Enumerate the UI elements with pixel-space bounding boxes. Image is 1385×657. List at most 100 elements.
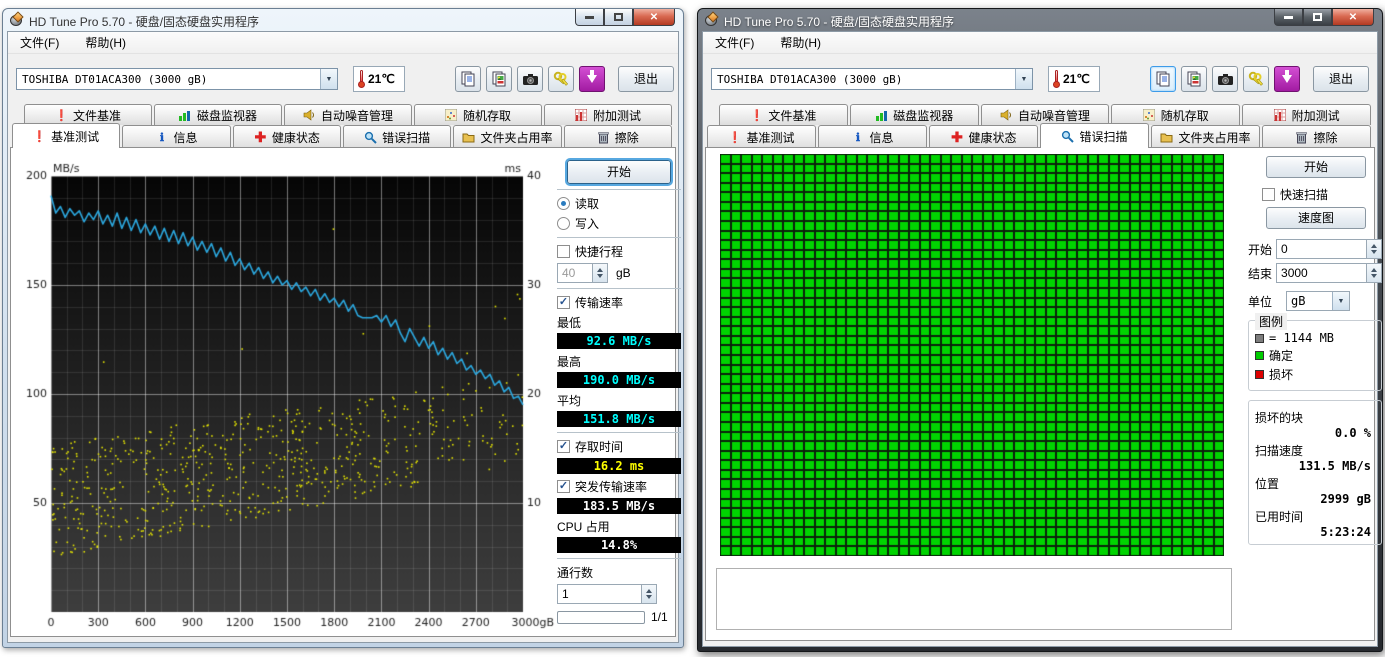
chevron-down-icon[interactable]: ▼ — [320, 69, 337, 89]
tab-disk-monitor[interactable]: 磁盘监视器 — [850, 104, 979, 125]
tab-erase[interactable]: 擦除 — [564, 125, 672, 148]
copy-text-button[interactable] — [1150, 66, 1176, 92]
options-button[interactable] — [548, 66, 574, 92]
temperature-display[interactable]: 21℃ — [1048, 66, 1100, 92]
file-benchmark-icon: ❗ — [55, 109, 68, 122]
tab-error-scan[interactable]: 错误扫描 — [1040, 123, 1149, 148]
maximize-icon[interactable] — [604, 9, 633, 26]
tab-benchmark[interactable]: ❗基准测试 — [12, 123, 120, 148]
info-icon: ℹ — [155, 131, 168, 144]
legend-ok-swatch — [1255, 351, 1264, 360]
screenshot-button[interactable] — [517, 66, 543, 92]
scan-start-spinner[interactable] — [1366, 240, 1381, 258]
write-radio[interactable] — [557, 217, 570, 230]
read-radio[interactable] — [557, 197, 570, 210]
options-button[interactable] — [1243, 66, 1269, 92]
app-icon — [10, 13, 24, 27]
copy-image-button[interactable] — [1181, 66, 1207, 92]
tab-info[interactable]: ℹ信息 — [818, 125, 927, 148]
position-label: 位置 — [1255, 475, 1375, 492]
exit-button[interactable]: 退出 — [1313, 66, 1369, 92]
scan-stats-group: 损坏的块 0.0 % 扫描速度 131.5 MB/s 位置 2999 gB 已用… — [1248, 400, 1382, 545]
tab-health[interactable]: ✚健康状态 — [929, 125, 1038, 148]
passes-label: 通行数 — [557, 564, 681, 581]
chevron-down-icon[interactable]: ▼ — [1015, 69, 1032, 89]
max-label: 最高 — [557, 353, 681, 370]
start-button[interactable]: 开始 — [1266, 156, 1366, 178]
legend-damaged-label: 损坏 — [1269, 366, 1293, 383]
tab-folder-usage[interactable]: 文件夹占用率 — [1151, 125, 1260, 148]
copy-text-button[interactable] — [455, 66, 481, 92]
scan-end-spinner[interactable] — [1366, 264, 1381, 282]
scan-start-input[interactable]: 0 — [1276, 239, 1382, 259]
close-icon[interactable]: ✕ — [1332, 9, 1374, 26]
tab-health[interactable]: ✚健康状态 — [233, 125, 341, 148]
short-stroke-checkbox[interactable] — [557, 245, 570, 258]
quick-scan-checkbox[interactable] — [1262, 188, 1275, 201]
copy-text-icon — [1155, 71, 1171, 87]
exit-button[interactable]: 退出 — [618, 66, 674, 92]
tab-random-access[interactable]: 随机存取 — [414, 104, 542, 125]
tab-folder-usage[interactable]: 文件夹占用率 — [453, 125, 561, 148]
drive-select[interactable]: TOSHIBA DT01ACA300 (3000 gB) ▼ — [16, 68, 338, 90]
speaker-icon — [303, 109, 316, 122]
min-label: 最低 — [557, 314, 681, 331]
update-button[interactable] — [579, 66, 605, 92]
random-access-icon — [1143, 109, 1156, 122]
minimize-icon[interactable] — [1274, 9, 1303, 26]
tab-info[interactable]: ℹ信息 — [122, 125, 230, 148]
temperature-display[interactable]: 21℃ — [353, 66, 405, 92]
copy-image-button[interactable] — [486, 66, 512, 92]
extra-tests-icon — [1274, 109, 1287, 122]
elapsed-label: 已用时间 — [1255, 508, 1375, 525]
tab-extra-tests[interactable]: 附加测试 — [544, 104, 672, 125]
tab-extra-tests[interactable]: 附加测试 — [1242, 104, 1371, 125]
drive-select[interactable]: TOSHIBA DT01ACA300 (3000 gB) ▼ — [711, 68, 1033, 90]
titlebar[interactable]: HD Tune Pro 5.70 - 硬盘/固态硬盘实用程序 ✕ — [3, 9, 683, 31]
legend-block-size: = 1144 MB — [1269, 331, 1334, 345]
unit-select[interactable]: gB▼ — [1286, 291, 1350, 311]
titlebar[interactable]: HD Tune Pro 5.70 - 硬盘/固态硬盘实用程序 ✕ — [698, 9, 1382, 31]
close-icon[interactable]: ✕ — [633, 9, 675, 26]
tab-disk-monitor[interactable]: 磁盘监视器 — [154, 104, 282, 125]
tab-noise-management[interactable]: 自动噪音管理 — [284, 104, 412, 125]
short-stroke-spinner[interactable] — [592, 264, 607, 282]
tab-noise-management[interactable]: 自动噪音管理 — [981, 104, 1110, 125]
legend-ok-label: 确定 — [1269, 347, 1293, 364]
menu-file[interactable]: 文件(F) — [711, 32, 758, 53]
passes-spinner[interactable] — [641, 585, 656, 603]
chevron-down-icon[interactable]: ▼ — [1332, 292, 1349, 310]
tab-file-benchmark[interactable]: ❗文件基准 — [24, 104, 152, 125]
access-time-checkbox[interactable]: ✓ — [557, 440, 570, 453]
screenshot-button[interactable] — [1212, 66, 1238, 92]
unit-label: 单位 — [1248, 293, 1272, 310]
error-list[interactable] — [716, 568, 1232, 630]
minimize-icon[interactable] — [575, 9, 604, 26]
menu-help[interactable]: 帮助(H) — [81, 32, 130, 53]
update-button[interactable] — [1274, 66, 1300, 92]
error-scan-page: 开始 快速扫描 速度图 开始 0 结束 3000 单位 gB▼ 图例 = 114… — [705, 147, 1375, 641]
thermometer-icon — [358, 70, 365, 88]
error-scan-grid — [720, 154, 1224, 556]
benchmark-icon: ❗ — [33, 130, 46, 143]
tab-error-scan[interactable]: 错误扫描 — [343, 125, 451, 148]
maximize-icon[interactable] — [1303, 9, 1332, 26]
speed-map-button[interactable]: 速度图 — [1266, 207, 1366, 229]
tabstrip: ❗文件基准 磁盘监视器 自动噪音管理 随机存取 附加测试 ❗基准测试 ℹ信息 ✚… — [10, 104, 676, 148]
burst-rate-checkbox[interactable]: ✓ — [557, 480, 570, 493]
short-stroke-input[interactable]: 40 — [557, 263, 608, 283]
passes-input[interactable]: 1 — [557, 584, 657, 604]
tab-random-access[interactable]: 随机存取 — [1111, 104, 1240, 125]
short-stroke-unit: gB — [616, 266, 631, 280]
legend-group: 图例 = 1144 MB 确定 损坏 — [1248, 320, 1382, 391]
temperature-value: 21℃ — [368, 72, 395, 86]
scan-end-input[interactable]: 3000 — [1276, 263, 1382, 283]
menu-file[interactable]: 文件(F) — [16, 32, 63, 53]
tab-benchmark[interactable]: ❗基准测试 — [707, 125, 816, 148]
menu-help[interactable]: 帮助(H) — [776, 32, 825, 53]
tab-erase[interactable]: 擦除 — [1262, 125, 1371, 148]
tab-file-benchmark[interactable]: ❗文件基准 — [719, 104, 848, 125]
scan-end-label: 结束 — [1248, 265, 1272, 282]
start-button[interactable]: 开始 — [567, 160, 671, 184]
transfer-rate-checkbox[interactable]: ✓ — [557, 296, 570, 309]
